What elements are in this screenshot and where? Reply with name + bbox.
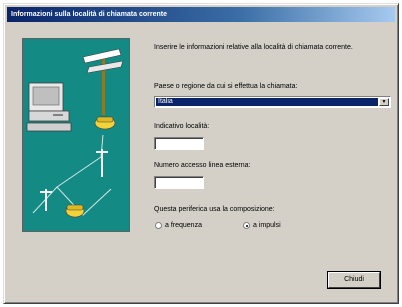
radio-pulse[interactable] (243, 222, 250, 229)
computer-icon (26, 82, 72, 132)
radio-tone-label: a frequenza (165, 222, 202, 229)
country-select-value: Italia (156, 98, 378, 106)
telephone-icon (94, 116, 116, 130)
area-code-input[interactable] (154, 137, 204, 150)
close-button[interactable]: Chiudi (328, 272, 380, 288)
dialing-label: Questa periferica usa la composizione: (154, 206, 275, 213)
country-select[interactable]: Italia ▼ (154, 96, 391, 108)
radio-pulse-label: a impulsi (253, 222, 281, 229)
phone-network-illustration (22, 38, 130, 232)
radio-tone[interactable] (155, 222, 162, 229)
intro-text: Inserire le informazioni relative alla l… (154, 44, 353, 51)
dialog-title: Informazioni sulla località di chiamata … (7, 7, 395, 22)
area-code-label: Indicativo località: (154, 123, 210, 130)
outside-line-input[interactable] (154, 176, 204, 189)
signpost-icon (82, 48, 124, 115)
telephone-pole-icon (40, 189, 52, 211)
dropdown-arrow-icon[interactable]: ▼ (379, 98, 389, 106)
country-label: Paese o regione da cui si effettua la ch… (154, 83, 298, 90)
telephone-pole-icon (96, 149, 108, 177)
outside-line-label: Numero accesso linea esterna: (154, 162, 251, 169)
telephone-icon (65, 204, 85, 218)
